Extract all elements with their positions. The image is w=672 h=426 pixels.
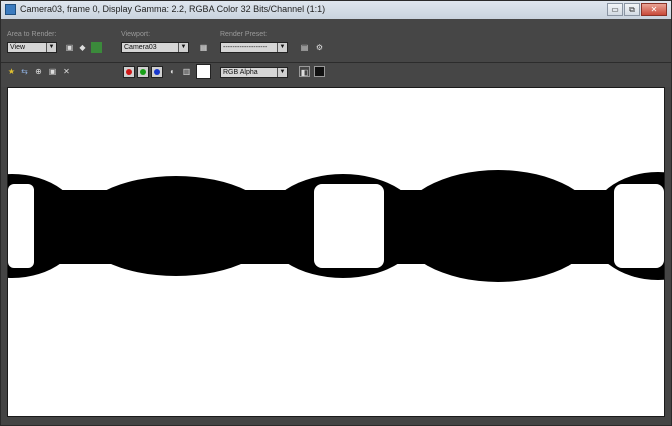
area-to-render-label: Area to Render: <box>7 31 57 38</box>
viewport-value: Camera03 <box>124 44 157 51</box>
render-toolbar: Area to Render: View ▼ ▣ ◆ Viewport: Cam… <box>1 19 671 87</box>
window-controls: ▭ ⧉ ✕ <box>607 3 667 16</box>
render-icon[interactable]: ▦ <box>198 42 209 53</box>
alpha-channel-icon[interactable]: ◐ <box>167 66 178 77</box>
render-setup-icon[interactable]: ▤ <box>299 42 310 53</box>
red-channel-button[interactable] <box>123 66 135 78</box>
render-preset-dropdown[interactable]: ------------------- ▼ <box>220 42 288 53</box>
chevron-down-icon: ▼ <box>178 43 188 52</box>
chevron-down-icon: ▼ <box>277 68 287 77</box>
copy-icon[interactable]: ⇆ <box>19 66 30 77</box>
render-frame-window: Camera03, frame 0, Display Gamma: 2.2, R… <box>0 0 672 426</box>
edit-region-icon[interactable]: ▣ <box>64 42 75 53</box>
color-swatch[interactable] <box>196 64 211 79</box>
render-preset-label: Render Preset: <box>220 31 268 38</box>
minimize-button[interactable]: ▭ <box>607 3 623 16</box>
lock-icon[interactable] <box>91 42 102 53</box>
blue-channel-button[interactable] <box>151 66 163 78</box>
green-channel-button[interactable] <box>137 66 149 78</box>
restore-button[interactable]: ⧉ <box>624 3 640 16</box>
display-toggle-icon[interactable]: ◧ <box>299 66 310 77</box>
title-bar: Camera03, frame 0, Display Gamma: 2.2, R… <box>1 1 671 20</box>
chain-link-oval-right <box>398 170 598 282</box>
save-icon[interactable]: ★ <box>6 66 17 77</box>
channel-display-dropdown[interactable]: RGB Alpha ▼ <box>220 67 288 78</box>
red-dot <box>126 69 132 75</box>
green-dot <box>140 69 146 75</box>
toggle-ui-icon[interactable] <box>314 66 325 77</box>
clone-icon[interactable]: ⊕ <box>33 66 44 77</box>
chevron-down-icon: ▼ <box>277 43 287 52</box>
chevron-down-icon: ▼ <box>46 43 56 52</box>
channel-display-value: RGB Alpha <box>223 69 258 76</box>
area-to-render-value: View <box>10 44 26 51</box>
chain-hole-right <box>614 184 664 268</box>
mono-icon[interactable]: ▥ <box>181 66 192 77</box>
chain-hole-middle <box>314 184 384 268</box>
toolbar-divider <box>1 62 671 63</box>
app-icon <box>5 4 16 15</box>
render-viewport <box>7 87 665 417</box>
viewport-dropdown[interactable]: Camera03 ▼ <box>121 42 189 53</box>
clear-icon[interactable]: ✕ <box>61 66 72 77</box>
auto-region-icon[interactable]: ◆ <box>77 42 88 53</box>
chain-hole-left <box>8 184 34 268</box>
window-title: Camera03, frame 0, Display Gamma: 2.2, R… <box>20 4 326 14</box>
print-icon[interactable]: ▣ <box>47 66 58 77</box>
close-button[interactable]: ✕ <box>641 3 667 16</box>
chain-link-oval-left <box>76 176 276 276</box>
render-preset-value: ------------------- <box>223 44 268 51</box>
viewport-label: Viewport: <box>121 31 151 38</box>
rendered-image <box>8 170 664 282</box>
environment-icon[interactable]: ⚙ <box>314 42 325 53</box>
area-to-render-dropdown[interactable]: View ▼ <box>7 42 57 53</box>
blue-dot <box>154 69 160 75</box>
